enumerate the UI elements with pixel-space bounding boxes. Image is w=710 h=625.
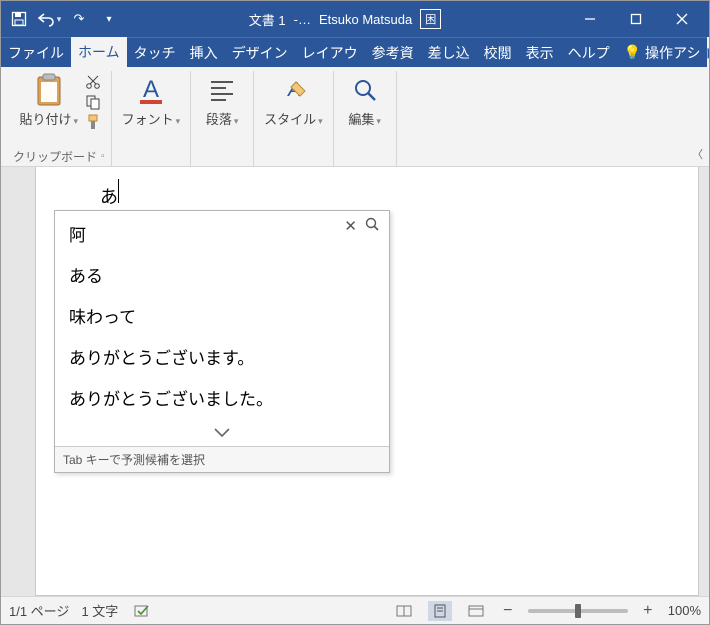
zoom-slider-thumb[interactable] (575, 604, 581, 618)
qat-customize-icon[interactable]: ▾ (95, 5, 123, 33)
ime-candidate[interactable]: ありがとうございます。 (55, 336, 389, 377)
font-button[interactable]: A フォント▾ (118, 71, 185, 130)
ime-close-icon[interactable]: ✕ (344, 217, 357, 235)
doc-name: 文書 1 (249, 10, 286, 29)
tab-file[interactable]: ファイル (1, 37, 71, 67)
tab-insert[interactable]: 挿入 (183, 37, 225, 67)
tab-design[interactable]: デザイン (225, 37, 295, 67)
clipboard-group-label: クリップボード (13, 148, 97, 165)
tab-mailings[interactable]: 差し込 (421, 37, 477, 67)
zoom-in-button[interactable]: + (640, 602, 656, 620)
title-sep: -… (294, 12, 311, 27)
ime-hint: Tab キーで予測候補を選択 (55, 446, 389, 472)
tab-tellme[interactable]: 💡操作アシ (617, 37, 708, 67)
tab-references[interactable]: 参考資 (365, 37, 421, 67)
tellme-label: 操作アシ (645, 43, 700, 63)
close-button[interactable] (659, 1, 705, 37)
tab-review[interactable]: 校閲 (477, 37, 519, 67)
ime-candidate[interactable]: 味わって (55, 295, 389, 336)
tab-layout[interactable]: レイアウ (295, 37, 365, 67)
group-clipboard: 貼り付け▾ クリップボード ▫ (7, 71, 112, 166)
group-paragraph: 段落▾ (191, 71, 254, 166)
format-painter-icon[interactable] (84, 113, 102, 131)
status-bar: 1/1 ページ 1 文字 − + 100% (1, 596, 709, 624)
account-icon[interactable]: 困 (420, 9, 441, 29)
style-icon: A (276, 73, 310, 107)
zoom-slider[interactable] (528, 609, 628, 613)
ribbon-tabs: ファイル ホーム タッチ 挿入 デザイン レイアウ 参考資 差し込 校閲 表示 … (1, 37, 709, 67)
ime-candidate[interactable]: ありがとうございました。 (55, 377, 389, 418)
style-button[interactable]: A スタイル▾ (260, 71, 327, 130)
user-name: Etsuko Matsuda (319, 12, 412, 27)
dropdown-icon: ▾ (74, 116, 79, 126)
quick-access-toolbar: ▾ ↷ ▾ (5, 5, 123, 33)
paragraph-label: 段落 (206, 112, 232, 127)
copy-icon[interactable] (84, 93, 102, 111)
style-label: スタイル (264, 112, 316, 127)
font-label: フォント (122, 112, 174, 127)
web-layout-icon[interactable] (464, 601, 488, 621)
dropdown-icon: ▾ (234, 116, 239, 126)
status-page[interactable]: 1/1 ページ (9, 601, 69, 620)
status-wordcount[interactable]: 1 文字 (81, 601, 118, 620)
ime-search-icon[interactable] (365, 217, 379, 235)
read-mode-icon[interactable] (392, 601, 416, 621)
dialog-launcher-icon[interactable]: ▫ (101, 151, 105, 162)
typed-text: あ (100, 183, 118, 209)
undo-icon[interactable]: ▾ (35, 5, 63, 33)
collapse-ribbon-icon[interactable]: 〈 (692, 146, 703, 162)
edit-button[interactable]: 編集▾ (340, 71, 390, 130)
window-controls (567, 1, 705, 37)
ime-candidate[interactable]: 阿 (55, 213, 389, 254)
paragraph-icon (205, 73, 239, 107)
paragraph-button[interactable]: 段落▾ (197, 71, 247, 130)
lightbulb-icon: 💡 (624, 44, 641, 61)
ime-candidate-window: ✕ 阿 ある 味わって ありがとうございます。 ありがとうございました。 Tab… (54, 210, 390, 473)
page[interactable]: あ ✕ 阿 ある 味わって ありがとうございます。 ありがとうございました。 T… (35, 167, 699, 596)
font-icon: A (134, 73, 168, 107)
group-font: A フォント▾ (112, 71, 192, 166)
svg-text:A: A (143, 76, 159, 103)
text-cursor (118, 179, 119, 203)
paste-button[interactable]: 貼り付け▾ (16, 71, 83, 130)
group-edit: 編集▾ (334, 71, 397, 166)
search-icon (348, 73, 382, 107)
save-icon[interactable] (5, 5, 33, 33)
zoom-level[interactable]: 100% (668, 603, 701, 618)
dropdown-icon: ▾ (318, 116, 323, 126)
cut-icon[interactable] (84, 73, 102, 91)
proofing-icon[interactable] (130, 601, 154, 621)
paste-label: 貼り付け (20, 112, 72, 127)
redo-icon[interactable]: ↷ (65, 5, 93, 33)
tab-view[interactable]: 表示 (519, 37, 561, 67)
edit-label: 編集 (348, 112, 374, 127)
clipboard-icon (32, 73, 66, 107)
print-layout-icon[interactable] (428, 601, 452, 621)
title-text: 文書 1 -… Etsuko Matsuda 困 (123, 9, 567, 29)
group-style: A スタイル▾ (254, 71, 334, 166)
tab-touch[interactable]: タッチ (127, 37, 183, 67)
ime-candidate[interactable]: ある (55, 254, 389, 295)
document-area: あ ✕ 阿 ある 味わって ありがとうございます。 ありがとうございました。 T… (1, 167, 709, 596)
ribbon: 貼り付け▾ クリップボード▫ A フォント▾ 段落▾ A スタイル▾ (1, 67, 709, 167)
ime-more-icon[interactable] (55, 418, 389, 446)
dropdown-icon: ▾ (176, 116, 181, 126)
minimize-button[interactable] (567, 1, 613, 37)
tab-home[interactable]: ホーム (71, 37, 127, 67)
maximize-button[interactable] (613, 1, 659, 37)
dropdown-icon: ▾ (376, 116, 381, 126)
zoom-out-button[interactable]: − (500, 602, 516, 620)
tab-help[interactable]: ヘルプ (561, 37, 617, 67)
titlebar: ▾ ↷ ▾ 文書 1 -… Etsuko Matsuda 困 (1, 1, 709, 37)
